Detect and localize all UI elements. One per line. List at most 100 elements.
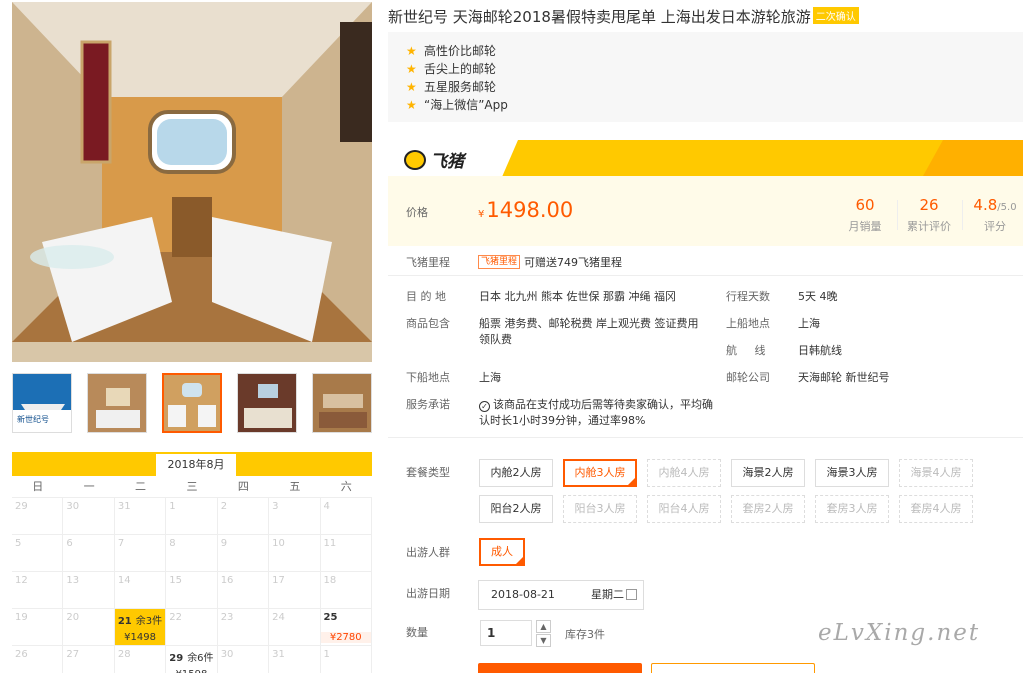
quantity-label: 数量: [406, 626, 428, 639]
fliggy-logo: 飞猪: [404, 147, 464, 172]
calendar-month: 2018年8月: [156, 454, 236, 476]
calendar-day: 17: [269, 572, 321, 609]
ship-thumbnail[interactable]: 新世纪号: [12, 373, 72, 433]
calendar-day: 8: [166, 535, 218, 572]
calendar-day-number: 21: [117, 616, 132, 627]
confirm-badge: 二次确认: [812, 7, 859, 24]
calendar-day: 12: [12, 572, 64, 609]
calendar-day: 2: [217, 498, 270, 535]
cabin-photo: [12, 2, 372, 362]
feature-item: 高性价比邮轮: [406, 42, 1023, 60]
mileage-text: 可赠送749飞猪里程: [524, 256, 622, 269]
calendar-day: 9: [217, 535, 270, 572]
calendar-day[interactable]: 29余6件 ¥1598: [166, 646, 218, 673]
calendar-weekday: 四: [237, 480, 249, 493]
calendar-weekday: 二: [135, 480, 147, 493]
calendar-weekday: 日: [32, 480, 44, 493]
product-title-text: 新世纪号 天海邮轮2018暑假特卖甩尾单 上海出发日本游轮旅游: [388, 8, 811, 26]
calendar-day: 27: [63, 646, 115, 673]
calendar-day: 28: [115, 646, 167, 673]
date-calendar: 2018年8月 日一二三四五六 29 30 31 1 2 3 4 5 6 7 8 9 10 11 12 13 1…: [12, 452, 372, 673]
destination-value: 日本 北九州 熊本 佐世保 那霸 冲绳 福冈: [479, 290, 676, 303]
rating: 4.8/5.0 评分: [973, 196, 1017, 233]
package-option: 套房3人房: [815, 495, 889, 523]
package-option: 阳台3人房: [563, 495, 637, 523]
disembark-value: 上海: [479, 371, 501, 384]
add-to-cart-button[interactable]: [651, 663, 815, 673]
calendar-day-stock: 余3件: [135, 616, 163, 627]
package-option[interactable]: 阳台2人房: [479, 495, 553, 523]
disembark-label: 下船地点: [406, 371, 450, 384]
package-option[interactable]: 内舱2人房: [479, 459, 553, 487]
date-value: 2018-08-21: [491, 588, 555, 601]
company-value: 天海邮轮 新世纪号: [798, 371, 890, 384]
calendar-day: 24: [269, 609, 321, 646]
calendar-day: 30: [218, 646, 270, 673]
calendar-day: 23: [217, 609, 270, 646]
mileage-row: 飞猪里程 飞猪里程 可赠送749飞猪里程: [388, 246, 1023, 276]
days-label: 行程天数: [726, 290, 770, 303]
package-option[interactable]: 海景2人房: [731, 459, 805, 487]
package-option: 内舱4人房: [647, 459, 721, 487]
board-label: 上船地点: [726, 317, 770, 330]
brand-name: 飞猪: [430, 152, 464, 172]
check-circle-icon: ✓: [479, 401, 490, 412]
room-thumbnail-2[interactable]: [162, 373, 222, 433]
calendar-day: 10: [269, 535, 321, 572]
room-thumbnail-4[interactable]: [312, 373, 372, 433]
calendar-day: 30: [63, 498, 115, 535]
monthly-sales: 60 月销量: [848, 196, 882, 233]
quantity-increase-button[interactable]: ▲: [536, 620, 551, 633]
calendar-day: 14: [114, 572, 167, 609]
route-value: 日韩航线: [798, 344, 842, 357]
calendar-day: 11: [320, 535, 372, 572]
calendar-day[interactable]: 21 余3件 ¥1498: [114, 609, 167, 646]
package-option: 套房2人房: [731, 495, 805, 523]
quantity-decrease-button[interactable]: ▼: [536, 634, 551, 647]
route-label: 航 线: [726, 344, 766, 357]
price-label: 价格: [406, 206, 428, 219]
calendar-weekday: 五: [289, 480, 301, 493]
chevron-down-icon: ▼: [540, 636, 547, 645]
date-picker[interactable]: 2018-08-21 星期二: [478, 580, 644, 610]
calendar-weekday: 六: [340, 480, 352, 493]
traveler-option-adult[interactable]: 成人: [479, 538, 525, 566]
quantity-input[interactable]: 1: [480, 620, 532, 646]
package-label: 套餐类型: [406, 466, 450, 479]
date-weekday: 星期二: [591, 588, 624, 601]
buy-now-button[interactable]: [478, 663, 642, 673]
calendar-day-number: 25: [323, 612, 338, 623]
calendar-grid: 29 30 31 1 2 3 4 5 6 7 8 9 10 11 12 13 14 15 16 17 18 19 20 21 余…: [12, 498, 372, 673]
chevron-up-icon: ▲: [540, 622, 547, 631]
calendar-day-price: ¥1498: [124, 632, 156, 643]
review-count[interactable]: 26 累计评价: [904, 196, 954, 234]
package-option[interactable]: 海景3人房: [815, 459, 889, 487]
feature-item: 五星服务邮轮: [406, 78, 1023, 96]
calendar-day: 31: [269, 646, 321, 673]
brand-bar: 飞猪: [388, 140, 1023, 176]
calendar-day[interactable]: 25 ¥2780: [320, 609, 372, 646]
calendar-day: 6: [63, 535, 115, 572]
room-thumbnail-1[interactable]: [87, 373, 147, 433]
main-product-image: [12, 2, 372, 362]
promise-value: ✓ 该商品在支付成功后需等待卖家确认，平均确认时长1小时39分钟，通过率98%: [479, 398, 713, 427]
feature-list: 高性价比邮轮 舌尖上的邮轮 五星服务邮轮 “海上微信”App: [388, 32, 1023, 122]
mileage-label: 飞猪里程: [406, 256, 450, 269]
calendar-day: 31: [114, 498, 167, 535]
traveler-label: 出游人群: [406, 546, 450, 559]
watermark: eLvXing.net: [818, 620, 981, 646]
package-option: 阳台4人房: [647, 495, 721, 523]
package-option[interactable]: 内舱3人房: [563, 459, 637, 487]
calendar-day: 3: [269, 498, 321, 535]
price-panel: 价格 ¥1498.00 60 月销量 26 累计评价 4.8/5.0 评分: [388, 176, 1023, 246]
board-value: 上海: [798, 317, 820, 330]
feature-item: “海上微信”App: [406, 96, 1023, 114]
room-thumbnail-3[interactable]: [237, 373, 297, 433]
calendar-day-price: ¥1598: [166, 669, 216, 673]
calendar-header: 2018年8月: [12, 452, 372, 476]
date-label: 出游日期: [406, 587, 450, 600]
thumbnail-caption: 新世纪号: [17, 414, 49, 424]
price-value: ¥1498.00: [478, 198, 574, 222]
calendar-day: 19: [12, 609, 64, 646]
thumbnail-strip: 新世纪号: [12, 373, 372, 435]
